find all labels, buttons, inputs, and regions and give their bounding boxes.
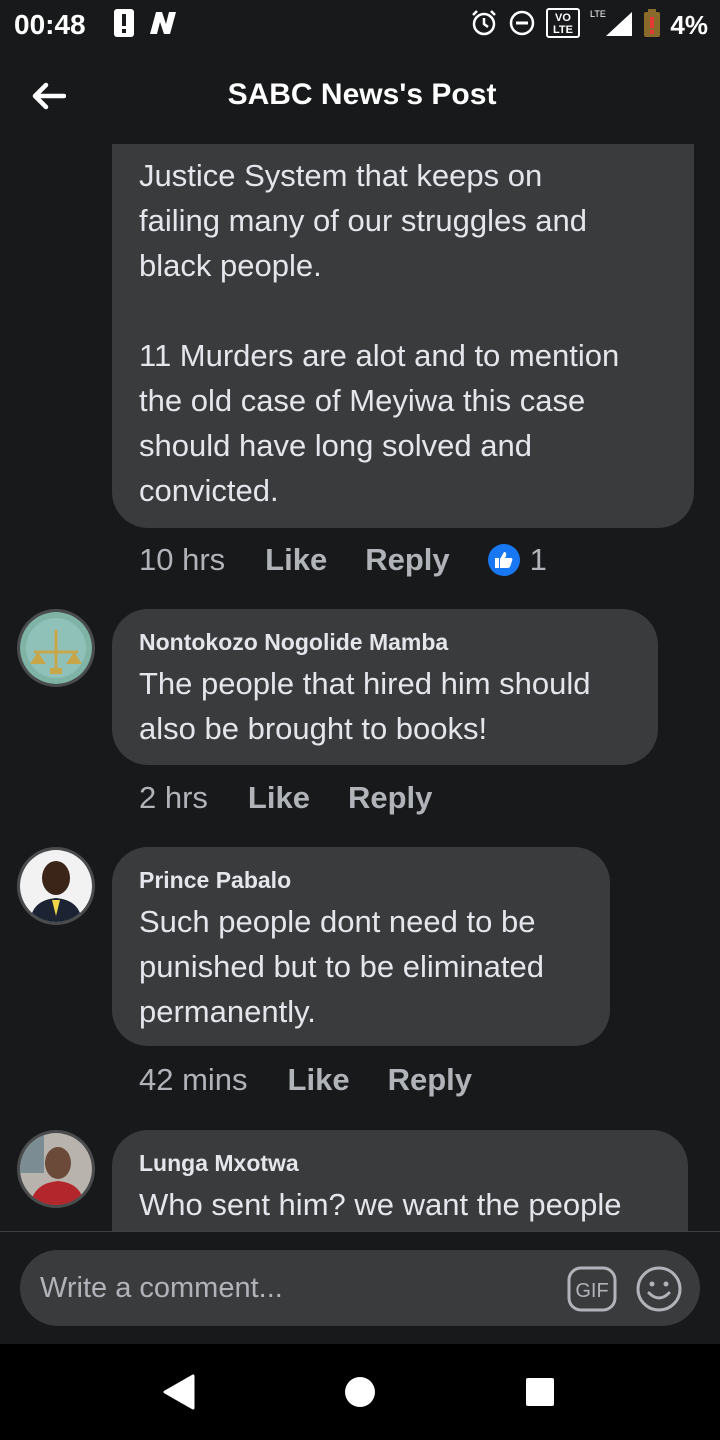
svg-text:LTE: LTE (590, 9, 606, 19)
comment-author[interactable]: Lunga Mxotwa (139, 1148, 668, 1178)
nav-back-button[interactable] (158, 1372, 198, 1412)
gif-icon: GIF (567, 1266, 617, 1312)
svg-text:GIF: GIF (575, 1280, 608, 1302)
app-notification-icon (148, 10, 178, 41)
comment-author[interactable]: Nontokozo Nogolide Mamba (139, 627, 638, 657)
comment-time: 42 mins (139, 1062, 248, 1097)
status-bar: 00:48 VO LTE LTE 4% (0, 0, 720, 50)
nav-recents-button[interactable] (520, 1372, 560, 1412)
comment-actions: 10 hrs Like Reply 1 (139, 542, 547, 578)
comment-text: Who sent him? we want the people (139, 1187, 622, 1222)
like-button[interactable]: Like (265, 542, 327, 578)
avatar[interactable] (17, 609, 95, 687)
comment-text: Such people dont need to be punished but… (139, 904, 545, 1029)
do-not-disturb-icon (508, 9, 536, 42)
comment-text: The people that hired him should also be… (139, 666, 591, 746)
reaction-count-value: 1 (529, 542, 547, 577)
svg-text:LTE: LTE (553, 24, 573, 36)
comment-bubble: Nontokozo Nogolide Mamba The people that… (112, 609, 658, 765)
nav-recents-icon (526, 1378, 554, 1406)
comment-time: 10 hrs (139, 542, 226, 577)
comment-text: Justice System that keeps on failing man… (139, 158, 620, 508)
battery-percent: 4% (670, 9, 708, 40)
alert-icon (114, 8, 134, 42)
nav-home-button[interactable] (340, 1372, 380, 1412)
reply-button[interactable]: Reply (388, 1062, 472, 1098)
like-button[interactable]: Like (248, 780, 310, 816)
avatar[interactable] (17, 847, 95, 925)
reply-button[interactable]: Reply (365, 542, 449, 578)
alarm-icon (470, 9, 498, 42)
gif-button[interactable]: GIF (566, 1265, 618, 1313)
comment-bubble: Prince Pabalo Such people dont need to b… (112, 847, 610, 1046)
battery-icon (644, 8, 661, 42)
comment-composer: GIF (0, 1231, 720, 1344)
svg-text:VO: VO (555, 12, 571, 24)
comment-actions: 42 mins Like Reply (139, 1062, 510, 1098)
comment-author[interactable]: Prince Pabalo (139, 865, 590, 895)
app-bar: SABC News's Post (0, 50, 720, 144)
comment-actions: 2 hrs Like Reply (139, 780, 470, 816)
nav-home-icon (345, 1377, 375, 1407)
comment-bubble: Justice System that keeps on failing man… (112, 144, 694, 528)
status-right: VO LTE LTE 4% (470, 7, 708, 43)
like-thumb-icon (487, 544, 520, 576)
emoji-icon (636, 1266, 682, 1312)
emoji-button[interactable] (634, 1264, 684, 1314)
reaction-count[interactable]: 1 (487, 542, 547, 578)
avatar[interactable] (17, 1130, 95, 1208)
comment-bubble: Lunga Mxotwa Who sent him? we want the p… (112, 1130, 688, 1231)
volte-icon: VO LTE (546, 7, 581, 43)
page-title: SABC News's Post (227, 78, 497, 111)
status-left-icons (114, 8, 178, 42)
comment-thread[interactable]: Justice System that keeps on failing man… (0, 144, 720, 1231)
nav-back-icon (163, 1374, 195, 1410)
reply-button[interactable]: Reply (348, 780, 432, 816)
signal-icon: LTE (590, 8, 634, 43)
status-time: 00:48 (14, 9, 86, 40)
like-button[interactable]: Like (288, 1062, 350, 1098)
comment-time: 2 hrs (139, 780, 208, 815)
system-nav-bar (0, 1344, 720, 1440)
